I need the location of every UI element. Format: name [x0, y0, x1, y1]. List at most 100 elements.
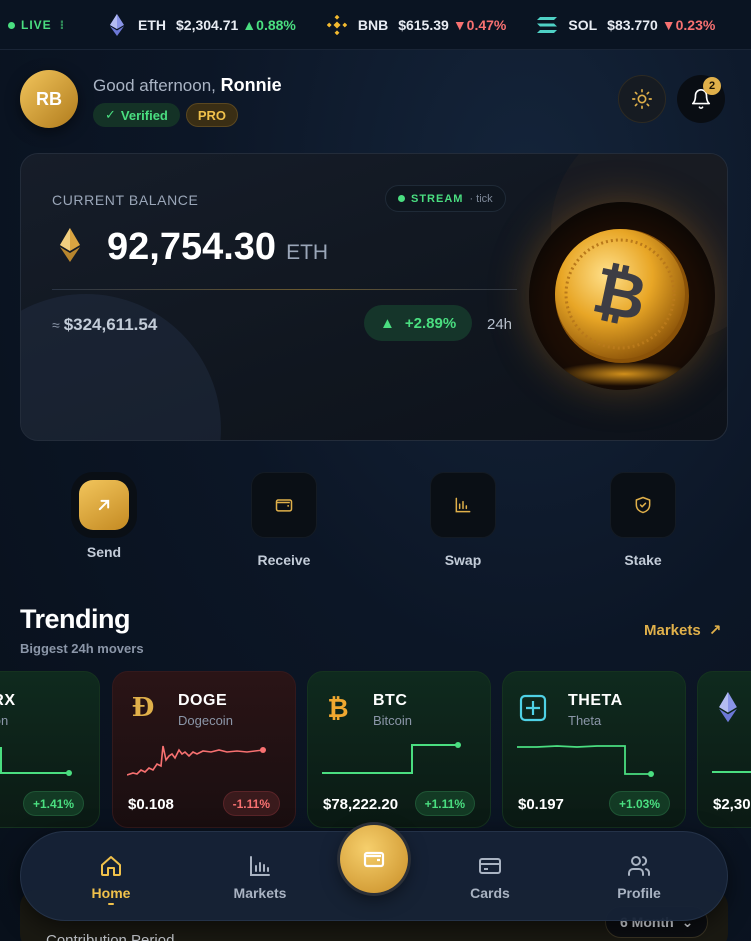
- ticker-price: $83.770: [607, 17, 658, 33]
- stream-sub: · tick: [469, 192, 493, 205]
- verified-label: Verified: [120, 107, 168, 123]
- ticker-item-sol[interactable]: SOL $83.770 ▼0.23%: [536, 14, 715, 36]
- notifications-button[interactable]: 2: [677, 75, 725, 123]
- bitcoin-icon: ₿: [327, 693, 349, 724]
- receive-button[interactable]: [251, 472, 317, 538]
- market-price: $0.197: [518, 796, 564, 813]
- send-label: Send: [86, 544, 122, 560]
- ticker-symbol: SOL: [568, 17, 598, 33]
- send-action[interactable]: Send: [49, 472, 159, 560]
- nav-profile-label: Profile: [617, 885, 661, 901]
- shield-check-icon: [635, 496, 651, 514]
- sparkline: [712, 771, 751, 773]
- trending-title: Trending: [20, 604, 131, 634]
- swap-button[interactable]: [430, 472, 496, 538]
- market-card-trx[interactable]: TRX Tron +1.41%: [0, 671, 100, 828]
- market-change: +1.11%: [414, 791, 475, 816]
- change-period: 24h: [487, 316, 513, 333]
- fiat-value: ≈ $324,611.54: [52, 315, 157, 335]
- triangle-up-icon: ▲: [380, 314, 395, 332]
- nav-cards[interactable]: Cards: [445, 854, 535, 901]
- ethereum-icon: [106, 14, 128, 36]
- market-price: $2,30: [713, 796, 751, 813]
- home-icon: [101, 856, 121, 876]
- avatar[interactable]: RB: [20, 70, 78, 128]
- market-price: $78,222.20: [323, 796, 399, 813]
- market-card-theta[interactable]: THETA Theta $0.197 +1.03%: [502, 671, 686, 828]
- arrow-up-right-icon: ↗: [708, 622, 722, 639]
- live-dot-icon: [8, 21, 15, 29]
- price-ticker: ETH $2,304.71 ▲0.88% BNB $615.39 ▼0.47% …: [0, 0, 751, 50]
- market-name: Tron: [0, 713, 9, 728]
- market-symbol: BTC: [373, 692, 408, 709]
- sparkline: [0, 747, 72, 776]
- market-card-btc[interactable]: ₿ BTC Bitcoin $78,222.20 +1.11%: [307, 671, 491, 828]
- markets-link[interactable]: Markets ↗: [644, 621, 722, 640]
- balance-currency: ETH: [286, 241, 329, 264]
- ticker-price: $615.39: [398, 17, 449, 33]
- fiat-amount: $324,611.54: [63, 315, 158, 334]
- ethereum-icon: [713, 692, 743, 724]
- theta-icon: [518, 692, 548, 724]
- market-name: Theta: [568, 713, 602, 728]
- swap-label: Swap: [444, 552, 482, 568]
- bnb-icon: [326, 14, 348, 36]
- pro-label: PRO: [197, 107, 227, 123]
- trending-subtitle: Biggest 24h movers: [20, 641, 144, 656]
- contribution-title: Contribution Period: [46, 932, 175, 941]
- users-icon: [628, 856, 651, 876]
- nav-markets[interactable]: Markets: [215, 854, 305, 901]
- receive-action[interactable]: Receive: [229, 472, 339, 568]
- stream-dot-icon: [398, 195, 405, 202]
- divider: [52, 289, 517, 290]
- nav-profile[interactable]: Profile: [594, 854, 684, 901]
- wallet-icon: [275, 499, 293, 512]
- wallet-fab-button[interactable]: [340, 825, 408, 893]
- notification-count-badge: 2: [703, 77, 721, 95]
- market-symbol: THETA: [568, 692, 623, 709]
- ticker-items: ETH $2,304.71 ▲0.88% BNB $615.39 ▼0.47% …: [106, 0, 715, 49]
- wallet-icon: [363, 851, 385, 868]
- ticker-change: ▼0.23%: [661, 17, 716, 33]
- theme-toggle-button[interactable]: [618, 75, 666, 123]
- live-indicator: LIVE ⁝: [0, 11, 72, 39]
- nav-home-label: Home: [91, 885, 131, 901]
- bar-chart-icon: [250, 856, 270, 876]
- balance-card: CURRENT BALANCE STREAM · tick 92,754.30 …: [20, 153, 728, 441]
- balance-amount: 92,754.30: [107, 226, 277, 268]
- nav-home[interactable]: Home: [66, 854, 156, 905]
- solana-icon: [536, 14, 558, 36]
- ticker-price: $2,304.71: [176, 17, 239, 33]
- sun-icon: [632, 89, 652, 109]
- stake-action[interactable]: Stake: [588, 472, 698, 568]
- market-change: +1.03%: [608, 791, 670, 816]
- ticker-item-bnb[interactable]: BNB $615.39 ▼0.47%: [326, 14, 507, 36]
- swap-action[interactable]: Swap: [408, 472, 518, 568]
- greeting-text: Good afternoon,: [93, 76, 216, 95]
- market-card-eth[interactable]: $2,30: [697, 671, 751, 828]
- ethereum-icon: [60, 227, 80, 262]
- ticker-item-eth[interactable]: ETH $2,304.71 ▲0.88%: [106, 14, 296, 36]
- ticker-symbol: ETH: [138, 17, 166, 33]
- pro-badge: PRO: [185, 103, 239, 127]
- approx-symbol: ≈: [52, 317, 60, 333]
- market-card-doge[interactable]: Ð DOGE Dogecoin $0.108 -1.11%: [112, 671, 296, 828]
- user-badges: ✓ Verified PRO: [93, 103, 239, 127]
- ticker-change: ▼0.47%: [452, 17, 507, 33]
- balance-change-pill: ▲ +2.89%: [364, 305, 473, 341]
- market-symbol: TRX: [0, 692, 16, 709]
- chart-bars-icon: [455, 497, 471, 513]
- market-change: +1.41%: [22, 791, 84, 816]
- greeting: Good afternoon, Ronnie: [93, 75, 282, 96]
- market-change: -1.11%: [222, 791, 280, 816]
- market-name: Dogecoin: [178, 713, 233, 728]
- send-button[interactable]: [79, 480, 129, 530]
- ticker-symbol: BNB: [357, 17, 389, 33]
- stake-button[interactable]: [610, 472, 676, 538]
- balance-change: +2.89%: [404, 314, 457, 332]
- nav-cards-label: Cards: [470, 885, 510, 901]
- ticker-change: ▲0.88%: [242, 17, 296, 33]
- receive-label: Receive: [257, 552, 311, 568]
- stream-indicator: STREAM · tick: [385, 185, 506, 212]
- avatar-initials: RB: [36, 88, 62, 109]
